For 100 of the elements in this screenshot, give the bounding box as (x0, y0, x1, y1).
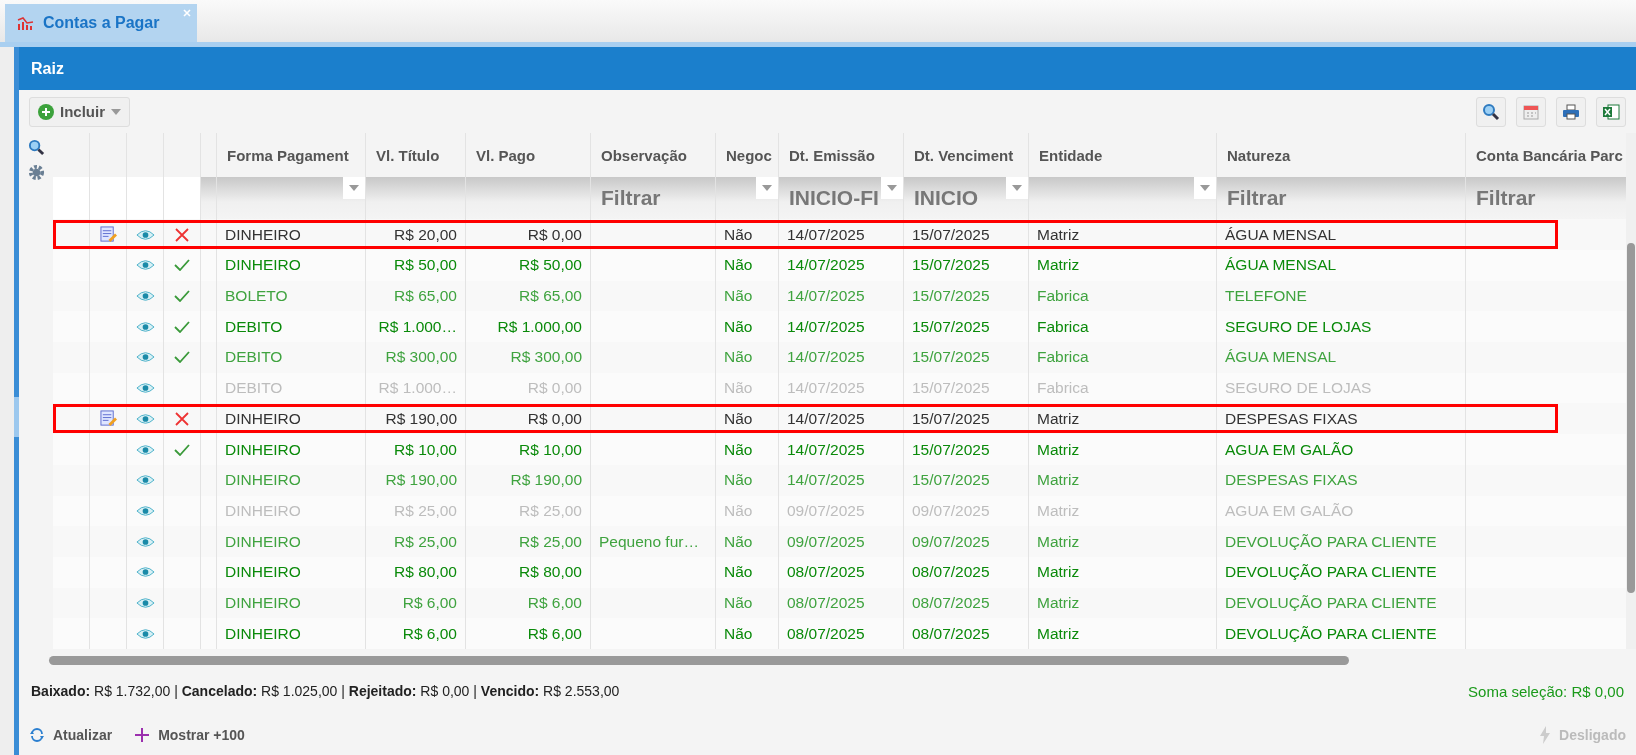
eye-icon[interactable] (135, 627, 155, 640)
table-row[interactable]: DINHEIRO R$ 190,00 R$ 190,00 Não 14/07/2025 15/07/2025 Matriz DESPESAS FIXAS (53, 464, 1626, 496)
include-button[interactable]: Incluir (29, 96, 130, 127)
category-cell: ÁGUA MENSAL (1225, 348, 1337, 367)
entity-cell: Matriz (1037, 593, 1080, 612)
filter-field[interactable]: INICIO-FI (779, 177, 904, 220)
payment-cell: DEBITO (225, 379, 283, 398)
calendar-button[interactable] (1516, 96, 1546, 127)
filter-field[interactable]: Filtrar (1217, 177, 1466, 220)
paid-cell: R$ 10,00 (519, 440, 582, 459)
table-row[interactable]: DINHEIRO R$ 50,00 R$ 50,00 Não 14/07/2025 15/07/2025 Matriz ÁGUA MENSAL (53, 250, 1626, 281)
edit-icon[interactable] (99, 226, 117, 244)
due-date-cell: 08/07/2025 (912, 593, 990, 612)
dropdown-button[interactable] (343, 177, 365, 200)
filter-field[interactable] (217, 177, 366, 220)
eye-icon[interactable] (135, 443, 155, 456)
negotiated-cell: Não (724, 287, 753, 306)
table-row[interactable]: DINHEIRO R$ 25,00 R$ 25,00 Pequeno fur… Não 09/07/2025 09/07/2025 Matriz DEVOLUÇÃO PARA CLIENTE (53, 526, 1626, 557)
category-cell: SEGURO DE LOJAS (1225, 379, 1372, 398)
table-row[interactable]: DEBITO R$ 300,00 R$ 300,00 Não 14/07/2025 15/07/2025 Fabrica ÁGUA MENSAL (53, 342, 1626, 373)
spreadsheet-icon (1602, 102, 1620, 121)
entity-cell: Matriz (1037, 440, 1080, 459)
settings-icon[interactable] (27, 164, 45, 182)
issue-date-cell: 14/07/2025 (787, 409, 865, 428)
eye-icon[interactable] (135, 290, 155, 303)
paid-cell: R$ 190,00 (510, 471, 582, 490)
negotiated-cell: Não (724, 379, 753, 398)
category-cell: DESPESAS FIXAS (1225, 409, 1358, 428)
eye-icon[interactable] (135, 412, 155, 425)
table-row[interactable]: DEBITO R$ 1.000… R$ 1.000,00 Não 14/07/2025 15/07/2025 Fabrica SEGURO DE LOJAS (53, 311, 1626, 343)
more-button[interactable]: Mostrar +100 (134, 727, 245, 744)
payment-cell: DINHEIRO (225, 225, 301, 244)
negotiated-cell: Não (724, 317, 753, 336)
column-header[interactable]: Entidade (1039, 146, 1103, 164)
table-row[interactable]: DINHEIRO R$ 10,00 R$ 10,00 Não 14/07/2025 15/07/2025 Matriz AGUA EM GALÃO (53, 434, 1626, 465)
filter-field[interactable]: INICIO (904, 177, 1029, 220)
column-header[interactable]: Natureza (1227, 146, 1291, 164)
category-cell: DEVOLUÇÃO PARA CLIENTE (1225, 563, 1437, 582)
caret-icon (111, 108, 121, 115)
issue-date-cell: 14/07/2025 (787, 256, 865, 275)
dropdown-button[interactable] (1006, 177, 1028, 200)
dropdown-button[interactable] (1194, 177, 1216, 200)
column-header[interactable]: Dt. Emissão (789, 146, 875, 164)
due-date-cell: 15/07/2025 (912, 348, 990, 367)
dropdown-button[interactable] (756, 177, 778, 200)
dropdown-button[interactable] (881, 177, 903, 200)
table-row[interactable]: DINHEIRO R$ 80,00 R$ 80,00 Não 08/07/2025 08/07/2025 Matriz DEVOLUÇÃO PARA CLIENTE (53, 556, 1626, 588)
due-date-cell: 15/07/2025 (912, 379, 990, 398)
paid-cell: R$ 0,00 (527, 225, 582, 244)
refresh-button[interactable]: Atualizar (29, 727, 113, 744)
due-date-cell: 15/07/2025 (912, 317, 990, 336)
eye-icon[interactable] (135, 320, 155, 333)
caret-icon (887, 185, 897, 192)
filter-field[interactable] (716, 177, 779, 220)
filter-field[interactable] (366, 177, 466, 220)
issue-date-cell: 14/07/2025 (787, 287, 865, 306)
search-button[interactable] (1476, 96, 1506, 127)
eye-icon[interactable] (135, 351, 155, 364)
excel-button[interactable] (1596, 96, 1626, 127)
collapse-handle[interactable] (14, 397, 19, 437)
vertical-scrollbar[interactable] (1626, 133, 1636, 649)
negotiated-cell: Não (724, 501, 753, 520)
tab[interactable]: Contas a Pagar (5, 4, 197, 42)
table-row[interactable]: DINHEIRO R$ 20,00 R$ 0,00 Não 14/07/2025 15/07/2025 Matriz ÁGUA MENSAL (53, 219, 1626, 251)
filter-field[interactable]: Filtrar (1466, 177, 1626, 220)
column-header[interactable]: Negoc (726, 146, 772, 164)
eye-icon[interactable] (135, 566, 155, 579)
caret-icon (762, 185, 772, 192)
edit-icon[interactable] (99, 410, 117, 428)
eye-icon[interactable] (135, 259, 155, 272)
filter-field[interactable] (466, 177, 591, 220)
column-header[interactable]: Vl. Título (376, 146, 440, 164)
eye-icon[interactable] (135, 535, 155, 548)
amount-cell: R$ 50,00 (394, 256, 457, 275)
column-header[interactable]: Vl. Pago (476, 146, 536, 164)
search-icon[interactable] (27, 139, 45, 157)
plus-icon (134, 727, 151, 744)
entity-cell: Fabrica (1037, 348, 1089, 367)
column-header[interactable]: Conta Bancária Parc (1476, 146, 1623, 164)
table-row[interactable]: DINHEIRO R$ 6,00 R$ 6,00 Não 08/07/2025 08/07/2025 Matriz DEVOLUÇÃO PARA CLIENTE (53, 618, 1626, 649)
table-row[interactable]: BOLETO R$ 65,00 R$ 65,00 Não 14/07/2025 15/07/2025 Fabrica TELEFONE (53, 280, 1626, 312)
column-header[interactable]: Forma Pagament (227, 146, 349, 164)
table-row[interactable]: DINHEIRO R$ 190,00 R$ 0,00 Não 14/07/2025 15/07/2025 Matriz DESPESAS FIXAS (53, 403, 1626, 435)
eye-icon[interactable] (135, 382, 155, 395)
paid-cell: R$ 25,00 (519, 501, 582, 520)
column-header[interactable]: Dt. Venciment (914, 146, 1014, 164)
eye-icon[interactable] (135, 596, 155, 609)
entity-cell: Fabrica (1037, 379, 1089, 398)
filter-field[interactable]: Filtrar (591, 177, 716, 220)
print-button[interactable] (1556, 96, 1586, 127)
category-cell: ÁGUA MENSAL (1225, 256, 1337, 275)
eye-icon[interactable] (135, 504, 155, 517)
negotiated-cell: Não (724, 256, 753, 275)
table-row[interactable]: DINHEIRO R$ 6,00 R$ 6,00 Não 08/07/2025 08/07/2025 Matriz DEVOLUÇÃO PARA CLIENTE (53, 587, 1626, 619)
due-date-cell: 15/07/2025 (912, 440, 990, 459)
eye-icon[interactable] (135, 474, 155, 487)
column-header[interactable]: Observação (601, 146, 687, 164)
filter-field[interactable] (1029, 177, 1217, 220)
paid-cell: R$ 25,00 (519, 532, 582, 551)
eye-icon[interactable] (135, 228, 155, 241)
